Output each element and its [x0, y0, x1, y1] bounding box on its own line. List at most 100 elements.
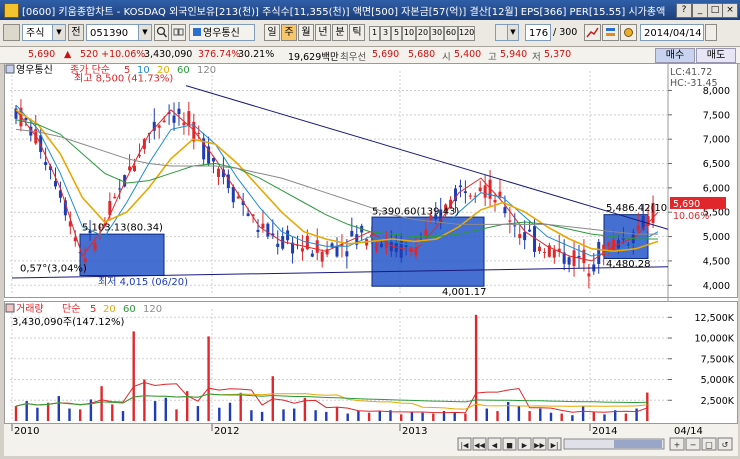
sell-tab[interactable]: 매수: [655, 48, 695, 63]
volume-bar: [111, 404, 114, 421]
chevron-down-icon[interactable]: ▼: [52, 25, 65, 40]
period-button-3[interactable]: 년: [315, 24, 331, 41]
low-value: 5,370: [544, 49, 572, 60]
interval-button-1[interactable]: 1: [369, 26, 380, 41]
interval-button-120[interactable]: 120: [458, 26, 475, 41]
search-icon-glyph: [156, 26, 168, 38]
price-candle: [113, 196, 117, 199]
stock-type-select[interactable]: 주식 ▼: [22, 24, 66, 41]
search-icon[interactable]: [154, 24, 169, 41]
price-candle: [345, 251, 349, 257]
price-legend-period-10: 10: [137, 65, 150, 76]
volume-bar: [228, 402, 232, 421]
period-button-4[interactable]: 분: [332, 24, 348, 41]
volume-tick-label: 5,000K: [701, 375, 735, 386]
period-button-1[interactable]: 주: [281, 24, 297, 41]
count-input[interactable]: 176: [525, 24, 551, 41]
link-icon[interactable]: [171, 24, 186, 41]
interval-button-3[interactable]: 3: [380, 26, 391, 41]
nav-glyph-5: ▶▶: [534, 442, 545, 450]
annotation-box1-high: 5,103.13(80.34): [82, 223, 163, 234]
close-button[interactable]: ×: [722, 3, 738, 18]
volume-bar: [143, 379, 146, 421]
period-button-0[interactable]: 일: [264, 24, 280, 41]
minimize-button[interactable]: _: [692, 3, 708, 18]
volume-legend-box: [5, 303, 15, 313]
volume-bar: [325, 411, 328, 421]
volume-bar: [293, 408, 296, 421]
price-tick-label: 7,000: [703, 135, 730, 146]
annotation-low-min: 최저 4,015 (06/20): [98, 276, 188, 288]
price-candle: [577, 255, 581, 258]
volume-bar: [153, 401, 157, 421]
best-bid: 5,680: [408, 49, 436, 60]
settings-tool-icon[interactable]: [620, 24, 637, 41]
price-legend-period-60: 60: [177, 65, 190, 76]
date-input[interactable]: 2014/04/14: [640, 24, 704, 41]
stock-code-input[interactable]: 051390 ▼: [86, 24, 152, 41]
chevron-down-icon[interactable]: ▼: [507, 25, 518, 40]
volume-bar: [132, 331, 135, 421]
period-button-5[interactable]: 틱: [349, 24, 365, 41]
volume-bar: [121, 411, 125, 421]
buy-tab[interactable]: 매도: [696, 48, 736, 63]
price-candle: [83, 258, 87, 263]
annotation-left-low: 0,57°(3,04%): [20, 264, 87, 275]
high-value: 5,940: [500, 49, 528, 60]
price-candle: [216, 168, 220, 177]
price-tick-label: 4,000: [703, 281, 730, 292]
price-candle: [379, 243, 383, 247]
spin-select[interactable]: ▼: [495, 24, 519, 41]
zoom-glyph-1: −: [690, 441, 697, 450]
price-candle: [182, 122, 186, 126]
volume-tick-label: 10,000K: [695, 334, 735, 345]
menu-icon[interactable]: [3, 24, 20, 41]
volume-bar: [485, 408, 488, 421]
interval-button-5[interactable]: 5: [391, 26, 402, 41]
price-tick-label: 7,500: [703, 110, 730, 121]
stack-tool-icon[interactable]: [602, 24, 619, 41]
volume-bar: [646, 392, 649, 421]
price-candle: [542, 252, 546, 254]
period-button-2[interactable]: 월: [298, 24, 314, 41]
volume-bar: [79, 409, 82, 421]
price-candle: [483, 185, 487, 198]
chevron-down-icon[interactable]: ▼: [138, 25, 151, 40]
interval-button-10[interactable]: 10: [402, 26, 416, 41]
lc-label: LC:41.72: [670, 67, 712, 78]
price-candle: [424, 229, 428, 238]
price-legend-period-20: 20: [157, 65, 170, 76]
calendar-icon[interactable]: [705, 24, 717, 41]
maximize-button[interactable]: □: [707, 3, 723, 18]
price-candle: [24, 117, 28, 121]
interval-button-60[interactable]: 60: [444, 26, 458, 41]
nav-glyph-1: ◀◀: [474, 442, 485, 450]
stock-badge-icon: [193, 28, 201, 36]
stock-name-field: 영우통신: [189, 24, 255, 41]
help-button[interactable]: ?: [676, 3, 692, 18]
chart-canvas[interactable]: 4,0004,5005,0005,5006,0006,5007,0007,500…: [4, 63, 738, 456]
prefix-label[interactable]: 전: [68, 24, 84, 41]
annotation-box3-high: 5,486.42(10: [606, 203, 667, 214]
interval-button-20[interactable]: 20: [416, 26, 430, 41]
quote-bar: 5,690 ▲ 520 +10.06% 3,430,090 376.74% 30…: [0, 47, 740, 64]
title-bar: [0600] 키움종합차트 - KOSDAQ 외국인보유[213(천)] 주식수…: [0, 0, 740, 20]
price-candle: [518, 234, 522, 239]
volume-bar: [282, 409, 285, 421]
price-tick-label: 5,000: [703, 232, 730, 243]
low-label: 저: [532, 52, 541, 63]
volume-last-value: 3,430,090주(147.12%): [12, 317, 124, 328]
zoom-glyph-2: □: [705, 441, 713, 450]
volume-bar: [378, 411, 381, 421]
nav-glyph-6: ▶|: [551, 442, 559, 450]
scrollbar-thumb: [614, 440, 662, 448]
volume-bar: [357, 411, 360, 421]
price-candle: [572, 250, 576, 267]
chart-tool-icon[interactable]: [584, 24, 601, 41]
zoom-glyph-3: ↺: [722, 441, 729, 450]
volume-bar: [581, 406, 585, 421]
interval-button-30[interactable]: 30: [430, 26, 444, 41]
volume-bar: [367, 412, 371, 421]
quote-turnover: 30.21%: [238, 49, 275, 60]
current-change-text: 10.06%: [673, 211, 709, 222]
